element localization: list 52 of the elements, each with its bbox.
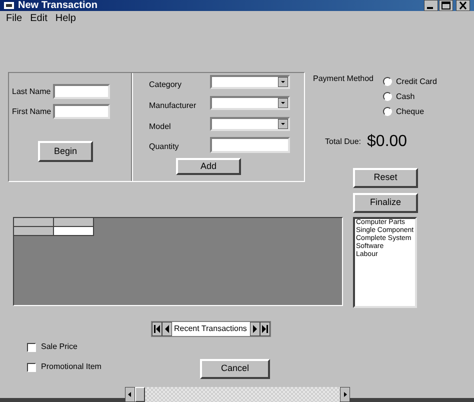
- radio-label: Cheque: [396, 106, 424, 118]
- field-label: Model: [149, 121, 172, 133]
- minimize-icon[interactable]: [424, 0, 438, 11]
- field-label: First Name: [12, 106, 52, 118]
- radio-button[interactable]: [383, 92, 392, 101]
- radio-label: Cash: [396, 90, 415, 102]
- app-icon: [4, 1, 14, 10]
- record-navigator[interactable]: Recent Transactions: [151, 321, 271, 337]
- checkbox[interactable]: [27, 342, 36, 352]
- field-label: Last Name: [12, 86, 52, 98]
- field-label: Quantity: [149, 141, 180, 153]
- scroll-left-icon[interactable]: [125, 387, 135, 402]
- radio-label: Credit Card: [396, 76, 437, 88]
- total-amount: $0.00: [367, 132, 408, 152]
- horizontal-scrollbar[interactable]: [125, 387, 350, 402]
- payment-method-label: Payment Method: [313, 73, 374, 85]
- dropdown-arrow-icon[interactable]: [278, 77, 288, 87]
- first-record-icon[interactable]: [152, 322, 162, 336]
- maximize-icon[interactable]: [439, 0, 453, 11]
- finalize-button[interactable]: Finalize: [353, 193, 418, 213]
- begin-button[interactable]: Begin: [38, 141, 93, 162]
- dropdown-field[interactable]: [210, 117, 290, 131]
- grid-cell[interactable]: [54, 227, 94, 236]
- reset-button[interactable]: Reset: [353, 168, 418, 188]
- text-field[interactable]: [53, 104, 110, 119]
- checkbox-label: Sale Price: [41, 341, 78, 353]
- window-title: New Transaction: [18, 0, 98, 10]
- scroll-right-icon[interactable]: [340, 387, 350, 402]
- navigator-caption: Recent Transactions: [173, 323, 248, 335]
- radio-button[interactable]: [383, 77, 392, 86]
- radio-button[interactable]: [383, 107, 392, 116]
- menu-item[interactable]: Help: [55, 10, 76, 26]
- total-due-label: Total Due:: [325, 136, 362, 148]
- cancel-button[interactable]: Cancel: [200, 359, 270, 379]
- next-record-icon[interactable]: [250, 322, 260, 336]
- previous-record-icon[interactable]: [162, 322, 172, 336]
- dropdown-arrow-icon[interactable]: [278, 119, 288, 129]
- field-label: Category: [149, 79, 182, 91]
- dropdown-arrow-icon[interactable]: [278, 98, 288, 108]
- scroll-thumb[interactable]: [135, 387, 145, 402]
- checkbox[interactable]: [27, 362, 36, 372]
- text-field[interactable]: [210, 137, 290, 153]
- add-button[interactable]: Add: [176, 158, 241, 175]
- text-field[interactable]: [53, 84, 110, 99]
- dropdown-field[interactable]: [210, 96, 290, 110]
- menu-item[interactable]: Edit: [30, 10, 48, 26]
- field-label: Manufacturer: [149, 100, 198, 112]
- last-record-icon[interactable]: [260, 322, 270, 336]
- dropdown-field[interactable]: [210, 75, 290, 89]
- close-icon[interactable]: [456, 0, 470, 11]
- menu-item[interactable]: File: [6, 10, 22, 26]
- checkbox-label: Promotional Item: [41, 361, 102, 373]
